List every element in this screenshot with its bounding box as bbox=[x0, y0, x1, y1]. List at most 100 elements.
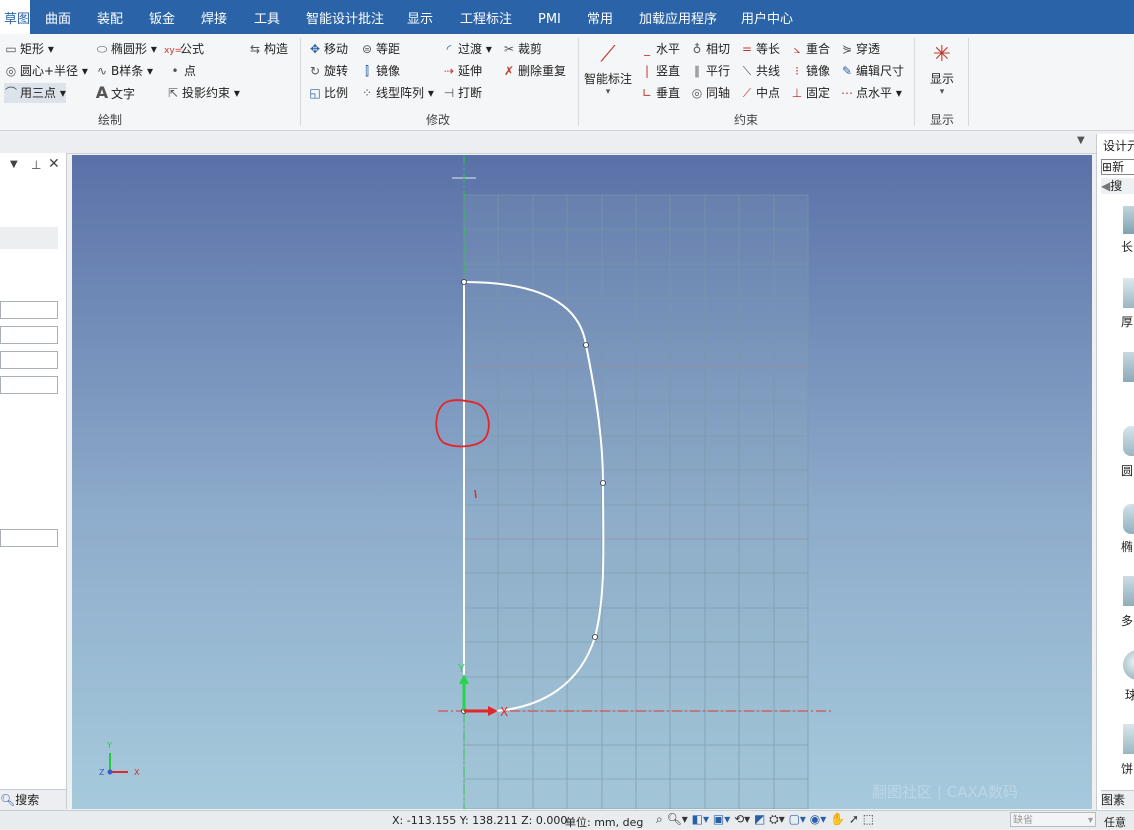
menu-welding[interactable]: 焊接 bbox=[201, 0, 227, 34]
prism-icon[interactable] bbox=[1123, 352, 1134, 382]
pierce-constraint-button[interactable]: ⋟ 穿透 bbox=[840, 39, 880, 59]
parameter-field-3[interactable] bbox=[0, 351, 58, 369]
sketch-canvas[interactable]: Y X Y X Z 翻图社区 | CAXA数码 bbox=[72, 155, 1092, 809]
view-tools-toolbar[interactable]: ⌕ 🔍︎▾ ◧▾ ▣▾ ⟲▾ ◩ ⛭▾ ▢▾ ◉▾ ✋ ➚ ⬚ bbox=[656, 812, 874, 827]
parallel-constraint-button[interactable]: ∥ 平行 bbox=[690, 61, 730, 81]
select-arrow-icon[interactable]: ➚ bbox=[849, 812, 859, 826]
midpoint-constraint-button[interactable]: ⟋ 中点 bbox=[740, 83, 780, 103]
menu-common[interactable]: 常用 bbox=[587, 0, 613, 34]
pie-icon[interactable] bbox=[1123, 724, 1134, 754]
zoom-fit-icon[interactable]: ⌕ bbox=[656, 812, 663, 826]
projection-constraint-button[interactable]: ⇱ 投影约束 ▾ bbox=[166, 83, 240, 103]
group-label-display: 显示 bbox=[929, 113, 954, 127]
elliptic-cylinder-icon[interactable] bbox=[1123, 504, 1134, 534]
menu-assembly[interactable]: 装配 bbox=[97, 0, 123, 34]
library-item-label: 球 bbox=[1125, 688, 1134, 702]
three-point-arc-button[interactable]: ⌒ 用三点 ▾ bbox=[4, 83, 66, 103]
extend-button[interactable]: ⇢ 延伸 bbox=[442, 61, 482, 81]
menu-tools[interactable]: 工具 bbox=[254, 0, 280, 34]
construct-label: 构造 bbox=[264, 42, 289, 56]
transition-button[interactable]: ◜ 过渡 ▾ bbox=[442, 39, 492, 59]
display-button[interactable]: ✳ 显示 ▾ bbox=[922, 40, 962, 106]
elements-tab[interactable]: 图素 bbox=[1101, 790, 1134, 809]
menu-pmi[interactable]: PMI bbox=[538, 0, 561, 34]
vertical-constraint-button[interactable]: | 竖直 bbox=[640, 61, 680, 81]
menu-smart-annotation[interactable]: 智能设计批注 bbox=[306, 0, 384, 34]
move-button[interactable]: ✥ 移动 bbox=[308, 39, 348, 59]
3d-viewport[interactable]: Y X Y X Z 翻图社区 | CAXA数码 bbox=[72, 155, 1092, 809]
break-button[interactable]: ⊣ 打断 bbox=[442, 83, 482, 103]
rect-button[interactable]: ▭ 矩形 ▾ bbox=[4, 39, 54, 59]
construct-button[interactable]: ⇆ 构造 bbox=[248, 39, 288, 59]
globe-icon[interactable]: ◉▾ bbox=[810, 812, 827, 826]
library-search[interactable]: ◀搜 bbox=[1101, 178, 1134, 194]
zoom-icon[interactable]: 🔍︎▾ bbox=[667, 812, 688, 826]
parameter-field-4[interactable] bbox=[0, 376, 58, 394]
chevron-down-icon[interactable]: ▼ bbox=[1077, 135, 1085, 146]
menu-addins[interactable]: 加载应用程序 bbox=[639, 0, 717, 34]
linear-array-button[interactable]: ⁘ 线型阵列 ▾ bbox=[360, 83, 434, 103]
watermark: 翻图社区 | CAXA数码 bbox=[872, 783, 1018, 801]
status-bar: X: -113.155 Y: 138.211 Z: 0.000 单位: mm, … bbox=[0, 810, 1134, 829]
text-button[interactable]: A 文字 bbox=[95, 83, 135, 103]
menu-engineering-annotation[interactable]: 工程标注 bbox=[460, 0, 512, 34]
collinear-constraint-button[interactable]: ⟍ 共线 bbox=[740, 61, 780, 81]
parameter-field-5[interactable] bbox=[0, 529, 58, 547]
point-horizontal-button[interactable]: ⋯ 点水平 ▾ bbox=[840, 83, 902, 103]
formula-button[interactable]: xy=公式 bbox=[164, 39, 204, 59]
parameter-field-1[interactable] bbox=[0, 301, 58, 319]
display-mode-icon[interactable]: ▢▾ bbox=[789, 812, 806, 826]
point-button[interactable]: • 点 bbox=[168, 61, 196, 81]
thick-plate-icon[interactable] bbox=[1123, 278, 1134, 308]
cylinder-icon[interactable] bbox=[1123, 426, 1134, 456]
coincident-constraint-button[interactable]: ⦣ 重合 bbox=[790, 39, 830, 59]
circle-button[interactable]: ◎ 圆心+半径 ▾ bbox=[4, 61, 88, 81]
filter-select[interactable]: 缺省 ▾ bbox=[1010, 812, 1096, 827]
menu-display[interactable]: 显示 bbox=[407, 0, 433, 34]
circle-label: 圆心+半径 bbox=[20, 64, 79, 78]
mirror-constraint-button[interactable]: ⁝ 镜像 bbox=[790, 61, 830, 81]
ellipse-button[interactable]: ⬭ 椭圆形 ▾ bbox=[95, 39, 157, 59]
origin-y-label: Y bbox=[457, 662, 465, 675]
render-mode-icon[interactable]: ▣▾ bbox=[713, 812, 730, 826]
linear-array-label: 线型阵列 bbox=[376, 86, 425, 100]
edit-dimension-button[interactable]: ✎ 编辑尺寸 bbox=[840, 61, 904, 81]
perpendicular-constraint-button[interactable]: ∟ 垂直 bbox=[640, 83, 680, 103]
view-orient-icon[interactable]: ◧▾ bbox=[692, 812, 709, 826]
box-select-icon[interactable]: ⬚ bbox=[863, 812, 874, 826]
chevron-down-icon[interactable]: ▼ bbox=[10, 159, 18, 170]
rotate-button[interactable]: ↻ 旋转 bbox=[308, 61, 348, 81]
delete-duplicate-button[interactable]: ✗ 删除重复 bbox=[502, 61, 566, 81]
cuboid-icon[interactable] bbox=[1123, 206, 1134, 234]
search-tab[interactable]: 🔍︎搜索 bbox=[0, 789, 66, 810]
tangent-constraint-button[interactable]: ♁ 相切 bbox=[690, 39, 730, 59]
menu-sketch[interactable]: 草图 bbox=[0, 0, 30, 34]
polygon-prism-icon[interactable] bbox=[1123, 576, 1134, 606]
new-button[interactable]: ⊞新 bbox=[1101, 159, 1134, 175]
midpoint-label: 中点 bbox=[756, 86, 781, 100]
coaxial-constraint-button[interactable]: ◎ 同轴 bbox=[690, 83, 730, 103]
horizontal-constraint-button[interactable]: _ 水平 bbox=[640, 39, 680, 59]
parameter-field-2[interactable] bbox=[0, 326, 58, 344]
camera-icon[interactable]: ⛭▾ bbox=[769, 812, 785, 826]
rotate-view-icon[interactable]: ⟲▾ bbox=[734, 812, 750, 826]
close-icon[interactable]: ✕ bbox=[48, 156, 60, 172]
menu-surface[interactable]: 曲面 bbox=[45, 0, 71, 34]
fixed-constraint-button[interactable]: ⊥ 固定 bbox=[790, 83, 830, 103]
pan-icon[interactable]: ✋ bbox=[830, 812, 845, 826]
smart-dimension-button[interactable]: ⟋ 智能标注 ▾ bbox=[584, 40, 632, 108]
mirror-button[interactable]: ⫿ 镜像 bbox=[360, 61, 400, 81]
menu-user-center[interactable]: 用户中心 bbox=[741, 0, 793, 34]
projection-label: 投影约束 bbox=[182, 86, 231, 100]
bspline-button[interactable]: ∿ B样条 ▾ bbox=[95, 61, 153, 81]
pin-icon[interactable]: ⊥ bbox=[31, 158, 41, 172]
section-view-icon[interactable]: ◩ bbox=[754, 812, 765, 826]
trim-button[interactable]: ✂ 裁剪 bbox=[502, 39, 542, 59]
menu-sheetmetal[interactable]: 钣金 bbox=[149, 0, 175, 34]
offset-button[interactable]: ⊜ 等距 bbox=[360, 39, 400, 59]
equal-constraint-button[interactable]: = 等长 bbox=[740, 39, 780, 59]
scale-button[interactable]: ◱ 比例 bbox=[308, 83, 348, 103]
group-label-draw: 绘制 bbox=[97, 113, 122, 127]
sphere-icon[interactable] bbox=[1123, 650, 1134, 680]
transition-label: 过渡 bbox=[458, 42, 483, 56]
